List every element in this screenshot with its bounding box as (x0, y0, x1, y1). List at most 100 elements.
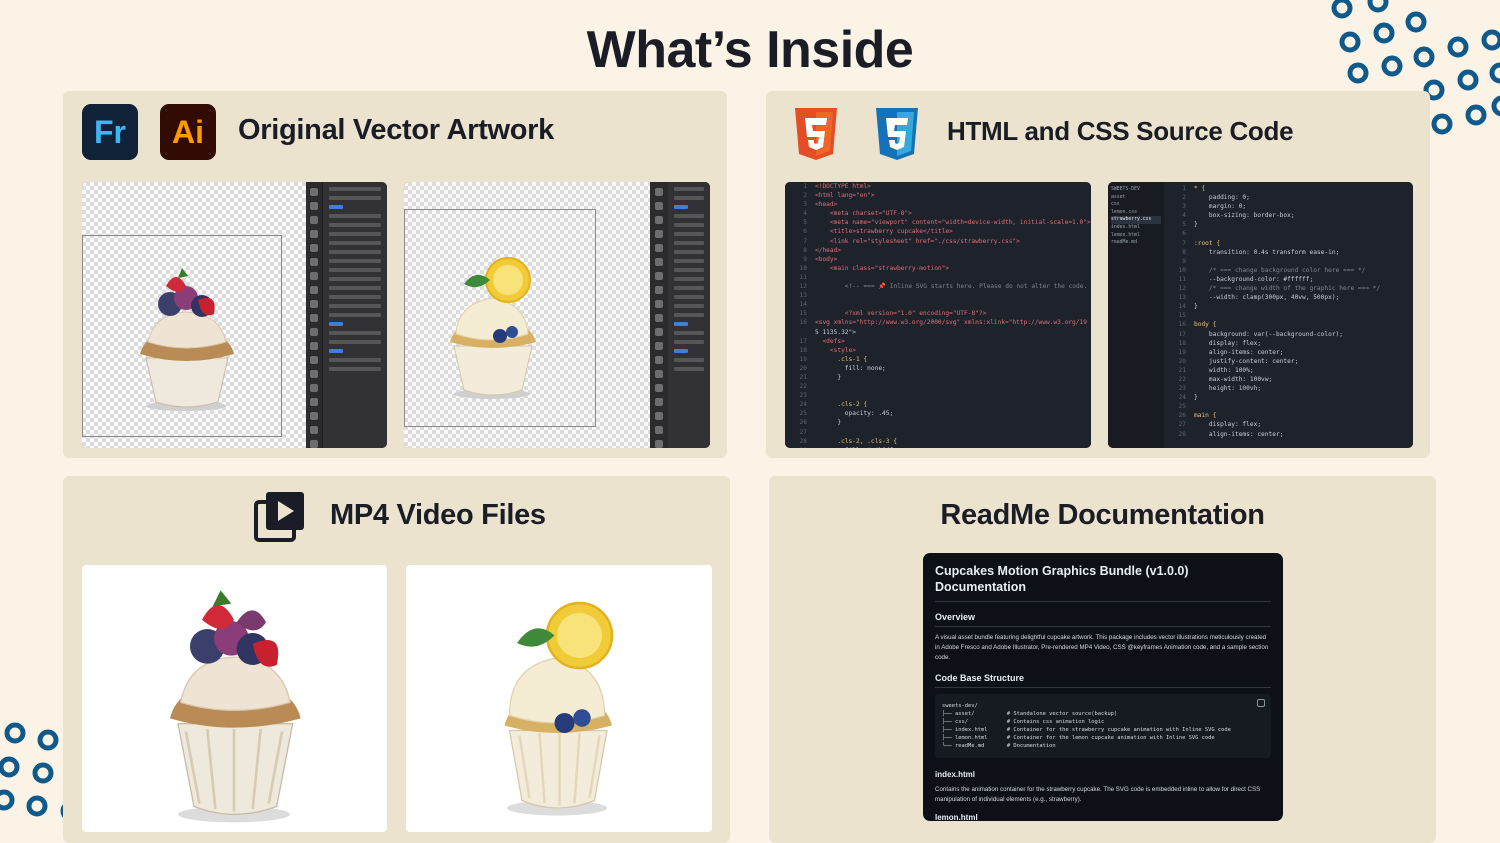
code-text: </head> (815, 246, 842, 254)
code-line: 28 align-items: center; (1164, 430, 1413, 439)
code-text: <body> (815, 255, 838, 263)
line-number: 1 (803, 183, 807, 190)
strawberry-cupcake-image (140, 268, 234, 411)
code-line: 7 <link rel="stylesheet" href="./css/str… (785, 237, 1091, 246)
code-line: 17 background: var(--background-color); (1164, 330, 1413, 339)
line-number: 21 (1178, 366, 1186, 374)
code-line: 24} (1164, 393, 1413, 402)
code-line: 10 <main class="strawberry-motion"> (785, 264, 1091, 273)
line-number: 9 (803, 255, 807, 263)
lemon-video-preview[interactable] (406, 565, 712, 832)
code-text: display: flex; (1194, 339, 1262, 347)
line-number: 29 (785, 446, 807, 448)
code-text: <?xml version="1.0" encoding="UTF-8"?> (815, 310, 987, 318)
line-number: 25 (799, 410, 807, 418)
code-text: } (1194, 221, 1198, 229)
line-number: 2 (803, 192, 807, 200)
code-line: 8 </head> (785, 246, 1091, 255)
line-number: 6 (1182, 230, 1186, 238)
code-text: <meta name="viewport" content="width=dev… (815, 219, 1091, 227)
file-tree-item[interactable]: SWEETS-DEV (1111, 186, 1161, 194)
structure-line: ├── lemon.html # Container for the lemon… (942, 735, 1215, 741)
file-tree-item[interactable]: lemon.css (1111, 209, 1161, 217)
file-tree-item[interactable]: css (1111, 201, 1161, 209)
code-text: <link rel="stylesheet" href="./css/straw… (815, 237, 1020, 245)
overview-heading: Overview (935, 612, 1271, 627)
code-line: 18 <style> (785, 346, 1091, 355)
css3-icon (876, 108, 918, 160)
file-tree-item[interactable]: readMe.md (1111, 239, 1161, 247)
source-code-panel: HTML and CSS Source Code 1 <!DOCTYPE html… (766, 91, 1430, 458)
code-line: 18 display: flex; (1164, 339, 1413, 348)
code-line: 5} (1164, 220, 1413, 229)
html-code-view: 1 <!DOCTYPE html> 2 <html lang="en"> 3 <head>… (785, 182, 1091, 448)
line-number: 20 (799, 364, 807, 372)
code-text: body { (1194, 321, 1217, 329)
line-number: 4 (1182, 212, 1186, 220)
line-number: 11 (1178, 275, 1186, 283)
code-text: box-sizing: border-box; (1194, 212, 1295, 220)
line-number: 18 (1178, 339, 1186, 347)
code-text: align-items: center; (1194, 430, 1284, 438)
code-structure-block: sweets-dev/ ├── asset/ # Standalone vecto… (935, 694, 1271, 758)
structure-line: sweets-dev/ (942, 703, 978, 709)
code-line: 27 display: flex; (1164, 420, 1413, 429)
line-number: 3 (803, 201, 807, 209)
adobe-illustrator-icon: Ai (160, 104, 216, 160)
tools-panel[interactable] (306, 182, 322, 448)
line-number: 19 (799, 355, 807, 363)
video-library-icon (254, 492, 304, 542)
code-line: 6 (1164, 229, 1413, 238)
code-line: 28 .cls-2, .cls-3 { (785, 437, 1091, 446)
video-files-panel: MP4 Video Files (63, 476, 730, 843)
code-line: 19 align-items: center; (1164, 348, 1413, 357)
code-line: 13 --width: clamp(300px, 40vw, 500px); (1164, 293, 1413, 302)
line-number: 7 (1182, 239, 1186, 247)
strawberry-video-preview[interactable] (82, 565, 387, 832)
line-number: 28 (1178, 430, 1186, 438)
layers-panel[interactable] (323, 182, 387, 448)
code-text: width: 100%; (1194, 366, 1254, 374)
code-line: 22 max-width: 100vw; (1164, 375, 1413, 384)
code-text: opacity: .45; (815, 410, 894, 418)
line-number: 8 (803, 246, 807, 254)
line-number: 3 (1182, 203, 1186, 211)
line-number: 17 (799, 337, 807, 345)
line-number: 24 (1178, 394, 1186, 402)
code-text: --width: clamp(300px, 40vw, 500px); (1194, 294, 1340, 302)
code-line: 27 (785, 428, 1091, 437)
code-line: 25 (1164, 402, 1413, 411)
css-code-editor: SWEETS-DEV asset css lemon.css strawberr… (1108, 182, 1413, 448)
code-text: <main class="strawberry-motion"> (815, 264, 950, 272)
file-tree-item[interactable]: lemon.html (1111, 232, 1161, 240)
code-line: 15 <?xml version="1.0" encoding="UTF-8"?… (785, 309, 1091, 318)
readme-document[interactable]: Cupcakes Motion Graphics Bundle (v1.0.0)… (923, 553, 1283, 821)
code-line: 11 (785, 273, 1091, 282)
tools-panel[interactable] (650, 182, 668, 448)
code-line: 16 body { (1164, 320, 1413, 329)
file-tree-item[interactable]: asset (1111, 194, 1161, 202)
code-text: justify-content: center; (1194, 357, 1299, 365)
code-text: fill: none; (815, 364, 886, 372)
file-tree-item[interactable]: index.html (1111, 224, 1161, 232)
code-line: 7:root { (1164, 239, 1413, 248)
code-text: <head> (815, 201, 838, 209)
line-number: 12 (1178, 285, 1186, 293)
code-line: 14} (1164, 302, 1413, 311)
file-tree-item[interactable]: strawberry.css (1111, 216, 1161, 224)
code-text: fill: #a4b6df; (815, 447, 897, 448)
line-number: 28 (799, 437, 807, 445)
line-number: 20 (1178, 357, 1186, 365)
file-explorer[interactable]: SWEETS-DEV asset css lemon.css strawberr… (1108, 182, 1164, 448)
line-number: 15 (1178, 312, 1186, 320)
code-line: 2 <html lang="en"> (785, 191, 1091, 200)
doc-title: Cupcakes Motion Graphics Bundle (v1.0.0)… (935, 563, 1271, 602)
code-line: 1 <!DOCTYPE html> (785, 182, 1091, 191)
line-number: 27 (1178, 421, 1186, 429)
code-text: .cls-2 { (815, 401, 868, 409)
code-line: 10 /* === change background color here =… (1164, 266, 1413, 275)
layers-panel[interactable] (668, 182, 710, 448)
readme-panel: ReadMe Documentation Cupcakes Motion Gra… (769, 476, 1436, 843)
copy-icon[interactable] (1257, 699, 1265, 707)
illustrator-screenshot-strawberry (82, 182, 387, 448)
